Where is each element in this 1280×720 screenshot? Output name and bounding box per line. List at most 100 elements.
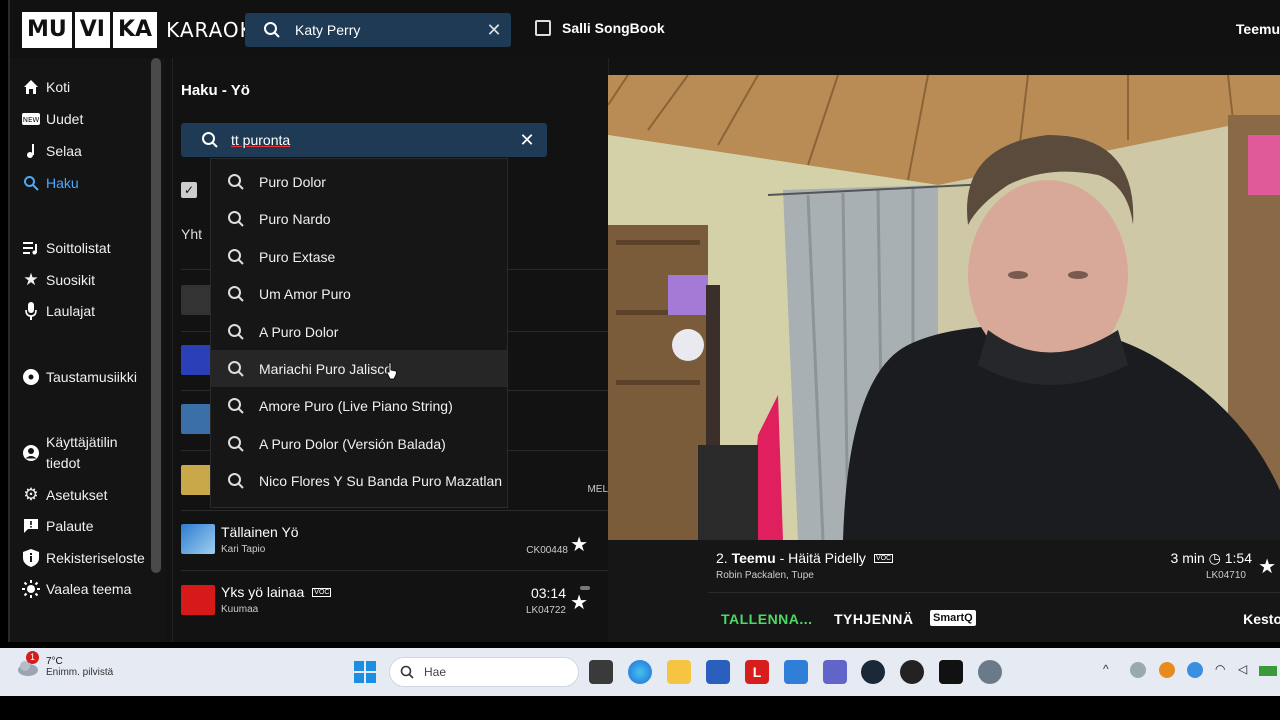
taskbar-search[interactable]: Hae [389,657,579,687]
sidebar-item-haku[interactable]: Haku [22,174,79,192]
microphone-icon [22,302,40,320]
suggestion-label: Mariachi Puro Jalisco [259,360,393,377]
songbook-checkbox[interactable] [535,20,551,36]
queue-item-title[interactable]: 2. Teemu - Häitä Pidelly VOC [716,550,894,566]
muvika-logo[interactable]: MU VI KA KARAOKE [22,12,267,48]
song-code: CK00448 [526,545,568,556]
search-icon [228,323,244,340]
start-windows-icon[interactable] [354,661,376,683]
teams-icon[interactable] [823,660,847,684]
sidebar-item-koti[interactable]: Koti [22,78,70,96]
sidebar-item-kayttajatili[interactable]: Käyttäjätilin tiedot [22,432,132,474]
search-icon [228,210,244,227]
songbook-toggle[interactable]: Salli SongBook [535,20,665,36]
epic-games-icon[interactable] [939,660,963,684]
queue-item-time: 3 min ◷ 1:54 [1171,550,1252,567]
volume-icon[interactable]: ◁ [1238,662,1254,678]
suggestion-label: Puro Extase [259,248,336,265]
global-search-value[interactable]: Katy Perry [295,22,477,38]
song-duration: 03:14 [530,585,566,601]
sidebar-item-selaa[interactable]: Selaa [22,142,82,160]
suggestion-item[interactable]: Nico Flores Y Su Banda Puro Mazatlan [211,462,507,499]
tray-app-icon[interactable] [1159,662,1175,678]
sidebar-item-suosikit[interactable]: ★ Suosikit [22,270,95,289]
wifi-icon[interactable]: ◠ [1215,662,1231,678]
account-icon [22,444,40,462]
weather-widget[interactable]: 1 7°C Enimm. pilvistä [16,651,114,678]
favorite-star-icon[interactable]: ★ [570,532,588,557]
song-length: 3 min [1170,550,1205,566]
clear-search-icon[interactable]: ✕ [477,20,511,41]
queue-item-code: LK04710 [1205,570,1246,581]
search-icon [400,665,414,679]
clear-button[interactable]: TYHJENNÄ [834,611,913,627]
search-icon [228,435,244,452]
sidebar-item-soittolistat[interactable]: Soittolistat [22,239,111,257]
task-view-icon[interactable] [589,660,613,684]
search-input[interactable]: tt puronta ✕ [181,123,547,157]
microphone-tray-icon[interactable] [1187,662,1203,678]
queue-position: 2. [716,550,728,566]
now-playing-bar: 2. Teemu - Häitä Pidelly VOC Robin Packal… [608,540,1280,642]
sidebar-scrollbar[interactable] [151,58,161,573]
playlist-icon [22,239,40,257]
video-top-strip [608,58,1280,75]
store-icon[interactable] [706,660,730,684]
divider [181,510,609,511]
sidebar-item-palaute[interactable]: Palaute [22,517,93,535]
clear-query-icon[interactable]: ✕ [507,130,547,151]
favorite-star-icon[interactable]: ★ [570,590,588,615]
search-query[interactable]: tt puronta [231,132,507,148]
notification-badge: 1 [26,651,39,664]
cloud-sync-icon[interactable] [1130,662,1146,678]
webcam-image [608,75,1280,540]
sidebar-item-vaalea-teema[interactable]: Vaalea teema [22,580,131,598]
global-search-field[interactable]: Katy Perry ✕ [245,13,511,47]
suggestion-label: Amore Puro (Live Piano String) [259,397,453,414]
screen-bottom-edge [0,696,1280,720]
filter-checkbox[interactable]: ✓ [181,182,197,198]
sidebar-item-asetukset[interactable]: ⚙ Asetukset [22,485,108,504]
webcam-video [608,75,1280,540]
suggestion-item[interactable]: A Puro Dolor (Versión Balada) [211,425,507,462]
queue-item-artists: Robin Packalen, Tupe [716,570,814,581]
suggestion-item[interactable]: Mariachi Puro Jalisco [211,350,507,387]
settings-gear-icon[interactable] [978,660,1002,684]
steam-icon[interactable] [861,660,885,684]
disc-icon [22,368,40,386]
save-button[interactable]: TALLENNA... [721,611,813,627]
weather-desc: Enimm. pilvistä [46,667,114,678]
edge-browser-icon[interactable] [628,660,652,684]
feedback-icon [22,517,40,535]
sidebar-item-uudet[interactable]: NEW Uudet [22,110,83,128]
suggestion-item[interactable]: A Puro Dolor [211,313,507,350]
duration-sort-button[interactable]: Kesto [1243,611,1280,627]
gear-icon: ⚙ [23,485,39,504]
sidebar-item-taustamusiikki[interactable]: Taustamusiikki [22,368,137,386]
suggestion-item[interactable]: Puro Dolor [211,163,507,200]
suggestion-item[interactable]: Puro Extase [211,238,507,275]
sidebar-item-rekisteriseloste[interactable]: Rekisteriseloste [22,549,145,567]
song-thumbnail [181,585,215,615]
sidebar-item-laulajat[interactable]: Laulajat [22,302,95,320]
favorite-star-icon[interactable]: ★ [1258,554,1276,579]
smartq-button[interactable]: SmartQ [930,610,976,626]
obs-icon[interactable] [900,660,924,684]
suggestion-item[interactable]: Puro Nardo [211,200,507,237]
app-l-icon[interactable]: L [745,660,769,684]
logo-part: MU [22,12,72,48]
chevron-up-icon[interactable]: ^ [1103,662,1119,678]
panel-scrollbar[interactable] [580,586,590,590]
sidebar-item-label: Käyttäjätilin tiedot [46,434,118,471]
sidebar-item-label: Palaute [46,518,94,534]
suggestion-item[interactable]: Amore Puro (Live Piano String) [211,387,507,424]
outlook-icon[interactable] [784,660,808,684]
file-explorer-icon[interactable] [667,660,691,684]
suggestion-item[interactable]: Um Amor Puro [211,275,507,312]
sidebar-item-label: Vaalea teema [46,581,132,597]
battery-icon[interactable] [1259,666,1277,676]
sidebar-item-label: Asetukset [46,487,108,503]
results-label: Yht [181,226,203,242]
song-title: Tällainen Yö [221,524,299,540]
user-name[interactable]: Teemu [1236,21,1280,37]
